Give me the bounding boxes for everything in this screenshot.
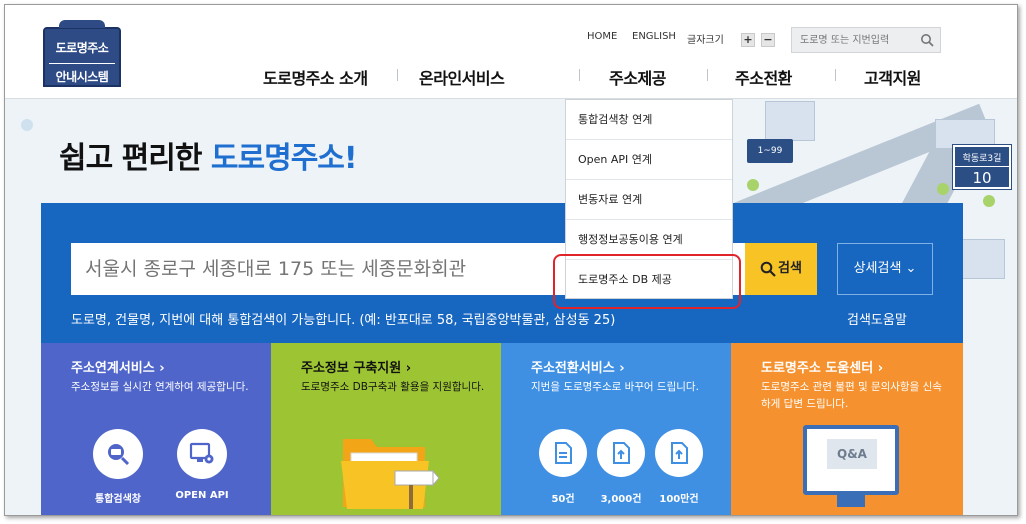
tree-decoration — [747, 179, 759, 191]
monitor-gear-icon — [189, 442, 214, 464]
hero-title: 쉽고 편리한 도로명주소! — [59, 133, 358, 177]
nav-customer-support[interactable]: 고객지원 — [864, 65, 921, 89]
nav-address-provision[interactable]: 주소제공 — [609, 65, 666, 89]
road-name-sign: 학동로3길 10 — [953, 145, 1011, 189]
open-api-circle[interactable] — [177, 429, 227, 479]
document-icon — [555, 442, 572, 464]
top-search-input[interactable] — [792, 28, 910, 53]
header: 도로명주소 안내시스템 HOME ENGLISH 글자크기 + − 도로명주소 … — [5, 5, 1017, 99]
open-api-label: OPEN API — [175, 490, 229, 501]
nav-divider — [579, 69, 580, 81]
tree-decoration — [21, 119, 33, 131]
card-description: 도로명주소 관련 불편 및 문의사항을 신속하게 답변 드립니다. — [761, 381, 942, 410]
convert-50-label: 50건 — [551, 494, 575, 505]
card-title[interactable]: 주소정보 구축지원 › — [301, 357, 411, 376]
road-name-sign-name: 학동로3길 — [962, 154, 1002, 164]
card-title[interactable]: 도로명주소 도움센터 › — [761, 357, 883, 376]
hero-title-highlight: 도로명주소! — [210, 141, 358, 176]
font-decrease-button[interactable]: − — [761, 33, 775, 47]
nav-divider — [707, 69, 708, 81]
browser-frame: 도로명주소 안내시스템 HOME ENGLISH 글자크기 + − 도로명주소 … — [4, 4, 1018, 516]
convert-3000-label: 3,000건 — [600, 494, 642, 505]
integrated-search-label: 통합검색창 — [95, 494, 141, 505]
tree-decoration — [937, 183, 949, 195]
nav-divider — [835, 69, 836, 81]
card-title[interactable]: 주소전환서비스 › — [531, 357, 625, 376]
search-band: 검색 상세검색 ⌄ 도로명, 건물명, 지번에 대해 통합검색이 가능합니다. … — [41, 203, 963, 345]
folder-signpost-icon — [341, 439, 439, 509]
search-bubble-icon — [108, 444, 130, 466]
nav-intro[interactable]: 도로명주소 소개 — [263, 65, 368, 89]
document-upload-icon — [613, 442, 630, 464]
road-name-sign-number: 10 — [955, 166, 1009, 187]
card-description: 지번을 도로명주소로 바꾸어 드립니다. — [531, 381, 699, 393]
card-title[interactable]: 주소연계서비스 › — [71, 357, 165, 376]
font-size-label: 글자크기 — [687, 35, 724, 46]
monitor-icon: Q&A — [803, 425, 899, 495]
convert-3000-circle[interactable] — [597, 429, 645, 477]
menu-item-change-data[interactable]: 변동자료 연계 — [566, 180, 732, 220]
highlight-box — [553, 254, 741, 309]
menu-item-integrated-search[interactable]: 통합검색창 연계 — [566, 100, 732, 140]
font-increase-button[interactable]: + — [741, 33, 755, 47]
monitor-stand — [837, 495, 865, 507]
nav-online-service[interactable]: 온라인서비스 — [419, 65, 505, 89]
convert-1m-circle[interactable] — [655, 429, 703, 477]
menu-item-open-api[interactable]: Open API 연계 — [566, 140, 732, 180]
hero-title-plain: 쉽고 편리한 — [59, 141, 211, 176]
nav-divider — [397, 69, 398, 81]
nav-address-conversion[interactable]: 주소전환 — [735, 65, 792, 89]
convert-1m-label: 100만건 — [659, 494, 699, 505]
card-address-conversion-service[interactable]: 주소전환서비스 › 지번을 도로명주소로 바꾸어 드립니다. 50건 3,000… — [501, 343, 731, 515]
card-description: 주소정보를 실시간 연계하여 제공합니다. — [71, 381, 249, 393]
building-decoration — [765, 101, 815, 141]
search-icon — [760, 261, 776, 277]
integrated-search-circle[interactable] — [93, 429, 143, 479]
card-address-db-support[interactable]: 주소정보 구축지원 › 도로명주소 DB구축과 활용을 지원합니다. — [271, 343, 501, 515]
english-link[interactable]: ENGLISH — [632, 31, 676, 42]
building-decoration — [959, 239, 1005, 279]
top-search — [791, 27, 941, 53]
street-sign: 1~99 — [747, 139, 793, 163]
logo-line-1: 도로명주소 — [55, 41, 109, 55]
card-address-link-service[interactable]: 주소연계서비스 › 주소정보를 실시간 연계하여 제공합니다. 통합검색창 OP… — [41, 343, 271, 515]
card-description: 도로명주소 DB구축과 활용을 지원합니다. — [301, 381, 485, 393]
search-button-label: 검색 — [778, 261, 802, 276]
home-link[interactable]: HOME — [587, 31, 617, 42]
qa-badge: Q&A — [827, 439, 877, 469]
search-icon[interactable] — [920, 33, 934, 47]
advanced-search-button[interactable]: 상세검색 ⌄ — [837, 243, 933, 295]
search-help-text: 도로명, 건물명, 지번에 대해 통합검색이 가능합니다. (예: 반포대로 5… — [71, 313, 616, 328]
search-help-link[interactable]: 검색도움말 — [847, 309, 907, 328]
tree-decoration — [983, 195, 995, 207]
site-logo[interactable]: 도로명주소 안내시스템 — [43, 20, 121, 87]
document-upload-icon — [671, 442, 688, 464]
card-help-center[interactable]: 도로명주소 도움센터 › 도로명주소 관련 불편 및 문의사항을 신속하게 답변… — [731, 343, 963, 515]
logo-line-2: 안내시스템 — [49, 63, 115, 85]
search-button[interactable]: 검색 — [745, 243, 817, 295]
convert-50-circle[interactable] — [539, 429, 587, 477]
